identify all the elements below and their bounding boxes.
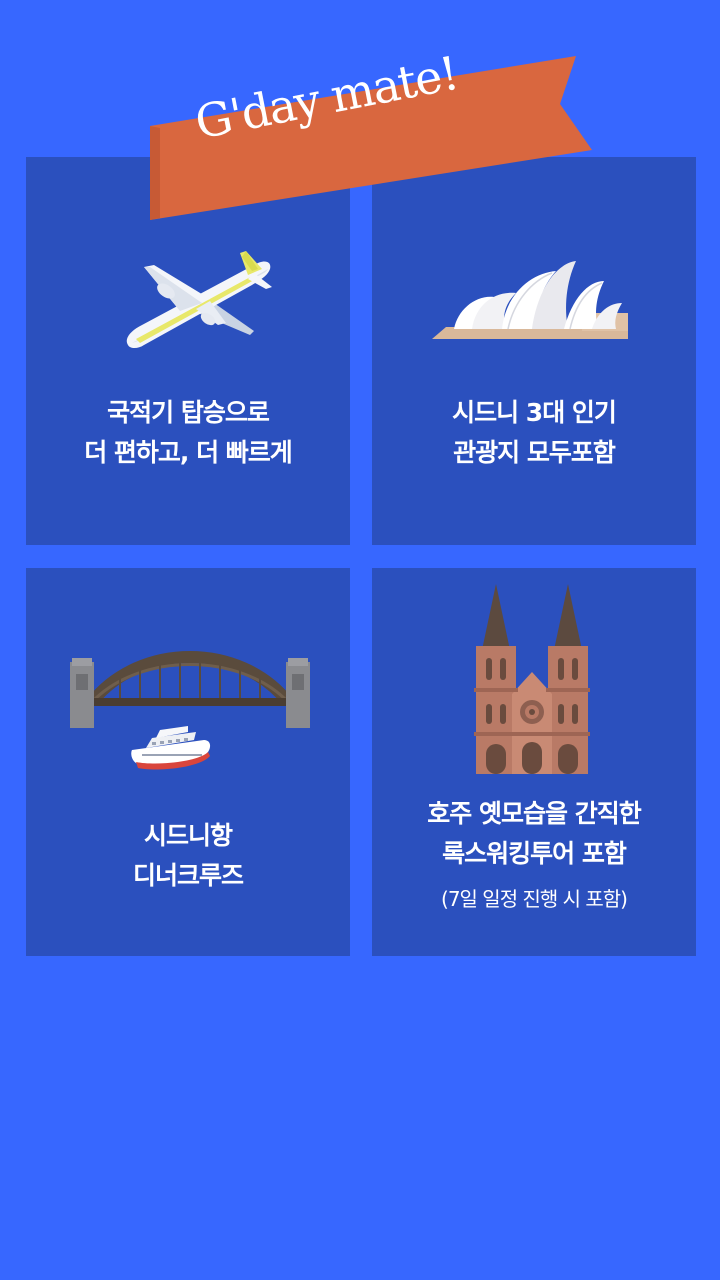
feature-line-1: 국적기 탑승으로 <box>107 398 270 427</box>
feature-line-1: 시드니항 <box>143 821 233 850</box>
feature-card-cruise: 시드니항 디너크루즈 <box>26 568 350 956</box>
feature-card-walking-tour: 호주 옛모습을 간직한 록스워킹투어 포함 (7일 일정 진행 시 포함) <box>372 568 696 956</box>
feature-text: 국적기 탑승으로 더 편하고, 더 빠르게 <box>26 393 350 473</box>
feature-line-2: 록스워킹투어 포함 <box>442 839 627 868</box>
feature-text: 시드니 3대 인기 관광지 모두포함 <box>372 393 696 473</box>
feature-line-2: 더 편하고, 더 빠르게 <box>84 438 293 467</box>
cathedral-icon <box>474 584 590 774</box>
airplane-icon <box>126 251 272 348</box>
feature-text: 시드니항 디너크루즈 <box>26 816 350 896</box>
page: 국적기 탑승으로 더 편하고, 더 빠르게 시드니 3대 인기 관광지 모두포함 <box>0 0 720 1280</box>
sydney-opera-house-icon <box>432 261 628 339</box>
feature-text: 호주 옛모습을 간직한 록스워킹투어 포함 (7일 일정 진행 시 포함) <box>372 794 696 916</box>
feature-note: (7일 일정 진행 시 포함) <box>441 887 628 911</box>
feature-line-1: 호주 옛모습을 간직한 <box>427 799 641 828</box>
feature-line-2: 관광지 모두포함 <box>453 438 616 467</box>
feature-line-2: 디너크루즈 <box>132 861 244 890</box>
feature-line-1: 시드니 3대 인기 <box>452 398 617 427</box>
harbour-bridge-cruise-icon <box>70 651 310 770</box>
